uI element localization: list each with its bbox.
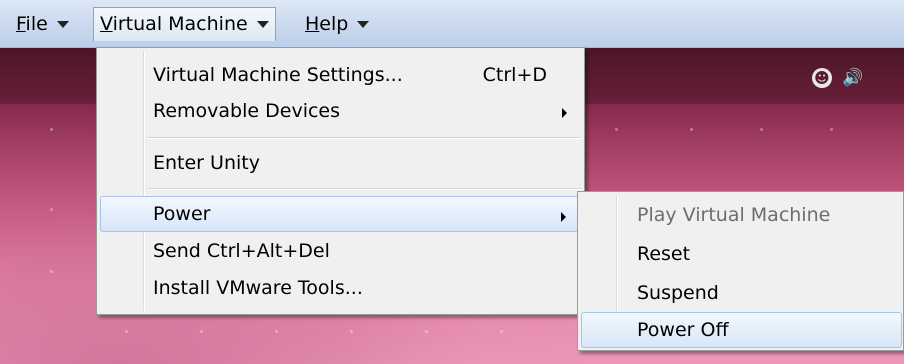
chevron-down-icon bbox=[256, 21, 269, 28]
menu-help-label: elp bbox=[319, 13, 349, 35]
chevron-down-icon bbox=[56, 21, 69, 28]
menu-file-label: ile bbox=[25, 13, 48, 35]
wallpaper-dot bbox=[50, 208, 53, 211]
shortcut-label: Ctrl+D bbox=[482, 64, 547, 86]
chevron-down-icon bbox=[357, 21, 370, 28]
menu-virtual-machine[interactable]: Virtual Machine bbox=[93, 7, 276, 41]
menu-item-label: Removable Devices bbox=[153, 100, 341, 122]
menu-file[interactable]: File bbox=[10, 7, 75, 41]
menu-item-label: Install VMware Tools... bbox=[153, 277, 363, 299]
menu-help[interactable]: Help bbox=[299, 7, 375, 41]
chevron-right-icon bbox=[561, 212, 566, 222]
menu-item-play-virtual-machine: Play Virtual Machine bbox=[581, 197, 902, 233]
virtual-machine-menu: Virtual Machine Settings... Ctrl+D Remov… bbox=[96, 47, 585, 315]
menu-item-label: Virtual Machine Settings... bbox=[153, 64, 403, 86]
power-submenu: Play Virtual Machine Reset Suspend Power… bbox=[577, 191, 904, 351]
menu-item-settings[interactable]: Virtual Machine Settings... Ctrl+D bbox=[100, 57, 581, 93]
wallpaper-dot bbox=[125, 330, 128, 333]
menu-item-label: Enter Unity bbox=[153, 152, 260, 174]
menu-bar: File Virtual Machine Help bbox=[0, 0, 904, 48]
wallpaper-dot bbox=[500, 330, 503, 333]
menu-item-suspend[interactable]: Suspend bbox=[581, 275, 902, 311]
wallpaper-dot bbox=[760, 128, 763, 131]
wallpaper-dot bbox=[425, 330, 428, 333]
menu-item-reset[interactable]: Reset bbox=[581, 236, 902, 272]
menu-item-removable-devices[interactable]: Removable Devices bbox=[100, 93, 581, 129]
wallpaper-dot bbox=[690, 128, 693, 131]
wallpaper-dot bbox=[50, 270, 53, 273]
wallpaper-dot bbox=[350, 330, 353, 333]
accessibility-icon[interactable]: ☻ bbox=[812, 68, 832, 88]
menu-item-enter-unity[interactable]: Enter Unity bbox=[100, 145, 581, 181]
menu-help-mnemonic: H bbox=[305, 13, 320, 35]
menu-item-label: Power Off bbox=[637, 319, 729, 341]
wallpaper-dot bbox=[200, 330, 203, 333]
menu-item-label: Play Virtual Machine bbox=[637, 204, 831, 226]
menu-item-install-vmware-tools[interactable]: Install VMware Tools... bbox=[100, 270, 581, 306]
menu-item-label: Send Ctrl+Alt+Del bbox=[153, 240, 330, 262]
menu-separator bbox=[147, 137, 581, 139]
menu-item-label: Power bbox=[153, 203, 211, 225]
wallpaper-dot bbox=[275, 330, 278, 333]
volume-icon[interactable]: 🔊 bbox=[842, 66, 863, 90]
menu-item-power[interactable]: Power bbox=[100, 196, 581, 232]
menu-item-label: Reset bbox=[637, 243, 691, 265]
wallpaper-dot bbox=[830, 128, 833, 131]
wallpaper-dot bbox=[615, 128, 618, 131]
menu-file-mnemonic: F bbox=[16, 13, 26, 35]
menu-item-send-ctrl-alt-del[interactable]: Send Ctrl+Alt+Del bbox=[100, 233, 581, 269]
menu-item-label: Suspend bbox=[637, 282, 719, 304]
menu-item-power-off[interactable]: Power Off bbox=[581, 312, 902, 348]
chevron-right-icon bbox=[562, 108, 567, 118]
menu-separator bbox=[147, 188, 581, 190]
menu-virtual-machine-mnemonic: V bbox=[100, 13, 113, 35]
wallpaper-dot bbox=[50, 128, 53, 131]
menu-virtual-machine-label: irtual Machine bbox=[112, 13, 248, 35]
